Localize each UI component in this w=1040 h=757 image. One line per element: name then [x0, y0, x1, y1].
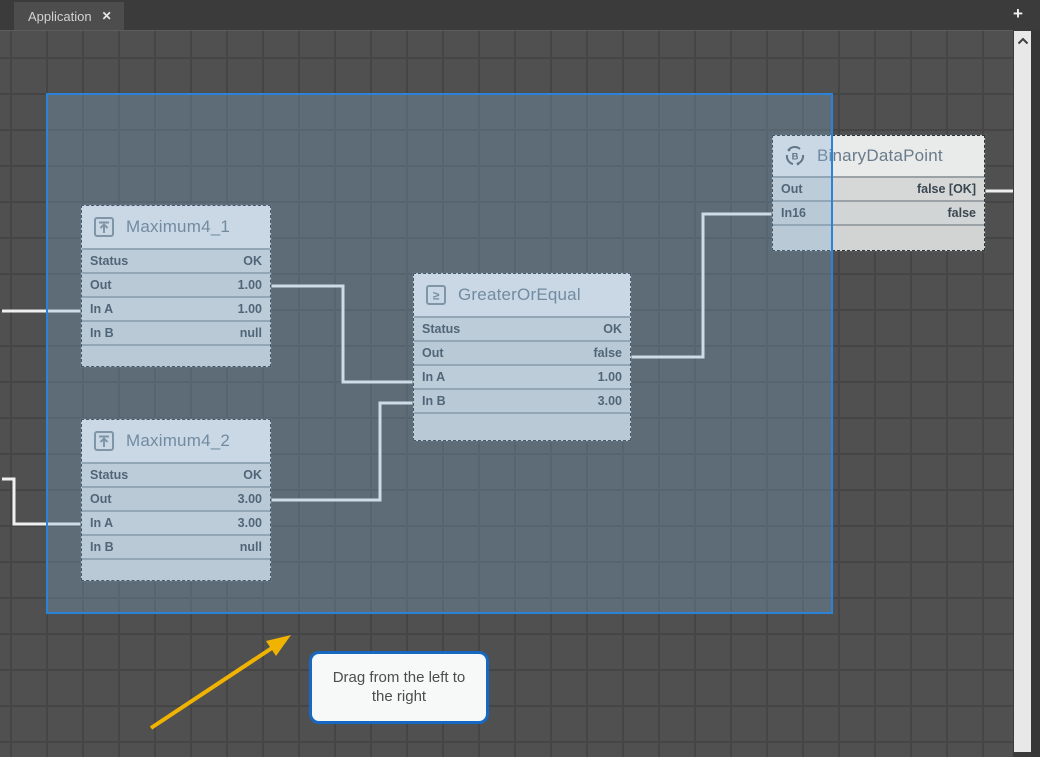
- wiresheet-canvas[interactable]: Maximum4_1 Status OK Out 1.00 In A 1.00 …: [0, 30, 1013, 757]
- canvas-right-border: [1031, 30, 1040, 757]
- tab-application[interactable]: Application ✕: [14, 2, 124, 30]
- tab-label: Application: [28, 9, 92, 24]
- callout-text: Drag from the left to the right: [326, 669, 472, 707]
- chevron-up-icon: [1017, 37, 1029, 45]
- wiresheet-editor-window: Application ✕ +: [0, 0, 1040, 757]
- scroll-up-button[interactable]: [1014, 31, 1031, 51]
- add-tab-button[interactable]: +: [1008, 3, 1028, 25]
- instruction-callout: Drag from the left to the right: [309, 651, 489, 724]
- close-icon[interactable]: ✕: [102, 9, 112, 23]
- tab-bar: Application ✕ +: [0, 0, 1040, 30]
- instruction-arrow-icon: [0, 31, 1013, 757]
- vertical-scrollbar[interactable]: [1014, 31, 1031, 752]
